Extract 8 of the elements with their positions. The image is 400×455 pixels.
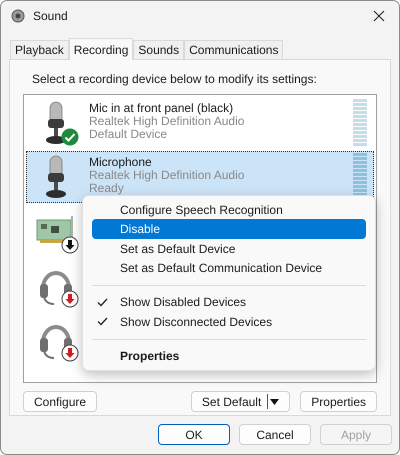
device-driver: Realtek High Definition Audio bbox=[89, 114, 246, 128]
device-status: Ready bbox=[89, 182, 125, 194]
instruction-text: Select a recording device below to modify its settings: bbox=[32, 72, 318, 86]
device-status: Default Device bbox=[89, 128, 168, 140]
window-title: Sound bbox=[33, 9, 69, 23]
device-name: Mic in at front panel (black) bbox=[89, 102, 234, 114]
device-name: Microphone bbox=[89, 156, 153, 168]
device-driver: Realtek High Definition Audio bbox=[89, 168, 246, 182]
